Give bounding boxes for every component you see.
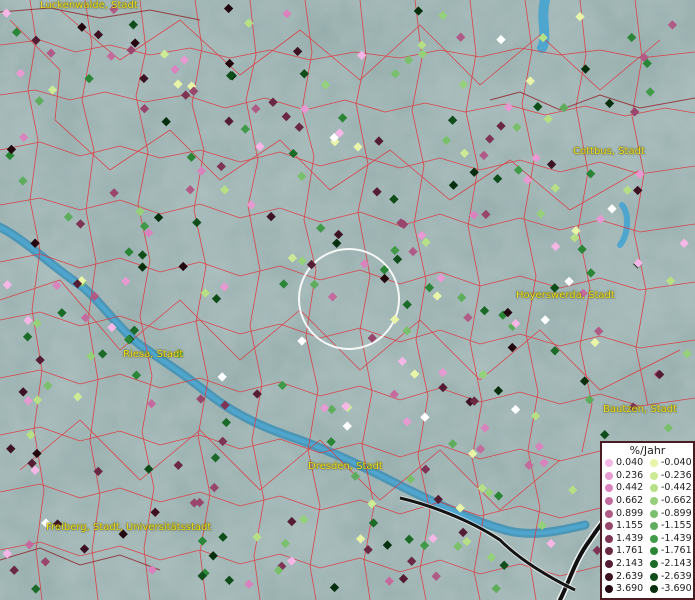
legend-value: -0.899 bbox=[661, 507, 692, 519]
legend-value: 3.690 bbox=[616, 583, 644, 595]
legend-item-positive: 0.040 bbox=[602, 457, 647, 469]
legend-swatch bbox=[605, 547, 613, 556]
legend-swatch bbox=[605, 484, 613, 493]
legend-swatch bbox=[650, 522, 658, 531]
legend-row: 0.040 -0.040 bbox=[602, 457, 693, 470]
legend-swatch bbox=[605, 509, 613, 518]
legend-swatch bbox=[605, 497, 613, 506]
legend-row: 0.442 -0.442 bbox=[602, 482, 693, 495]
place-label: Cottbus, Stadt bbox=[573, 146, 645, 157]
place-label: Bautzen, Stadt bbox=[603, 404, 678, 415]
legend-swatch bbox=[605, 522, 613, 531]
place-label: Riesa, Stadt bbox=[123, 349, 184, 360]
legend-swatch bbox=[650, 572, 658, 581]
legend-row: 0.236 -0.236 bbox=[602, 470, 693, 483]
legend-item-negative: -0.040 bbox=[647, 457, 692, 469]
legend-value: 0.040 bbox=[616, 457, 644, 469]
legend-item-positive: 1.439 bbox=[602, 533, 647, 545]
legend-item-negative: -0.236 bbox=[647, 470, 692, 482]
legend-item-positive: 1.155 bbox=[602, 520, 647, 532]
legend-row: 2.639 -2.639 bbox=[602, 570, 693, 583]
legend-swatch bbox=[605, 560, 613, 569]
legend-row: 2.143 -2.143 bbox=[602, 558, 693, 571]
legend-value: 0.662 bbox=[616, 495, 644, 507]
legend-item-negative: -2.143 bbox=[647, 558, 692, 570]
legend-item-positive: 0.899 bbox=[602, 508, 647, 520]
legend-row: 0.899 -0.899 bbox=[602, 507, 693, 520]
legend-swatch bbox=[605, 459, 613, 468]
legend-item-positive: 0.662 bbox=[602, 495, 647, 507]
legend-swatch bbox=[650, 484, 658, 493]
legend-row: 3.690 -3.690 bbox=[602, 583, 693, 596]
legend-swatch bbox=[605, 471, 613, 480]
legend-value: 1.761 bbox=[616, 545, 644, 557]
legend-item-positive: 0.442 bbox=[602, 482, 647, 494]
legend-item-positive: 3.690 bbox=[602, 583, 647, 595]
legend-value: -0.040 bbox=[661, 457, 692, 469]
place-label: Dresden, Stadt bbox=[308, 461, 383, 472]
legend-swatch bbox=[605, 585, 613, 594]
legend-swatch bbox=[650, 585, 658, 594]
legend-row: 1.155 -1.155 bbox=[602, 520, 693, 533]
legend-item-negative: -0.899 bbox=[647, 508, 692, 520]
place-label: Freiberg, Stadt, Universitätsstadt bbox=[46, 522, 212, 533]
legend-value: 0.442 bbox=[616, 482, 644, 494]
legend-value: -2.143 bbox=[661, 558, 692, 570]
legend-swatch bbox=[650, 471, 658, 480]
legend-value: 1.439 bbox=[616, 532, 644, 544]
legend-item-positive: 2.143 bbox=[602, 558, 647, 570]
place-label: Luckenwalde, Stadt bbox=[40, 0, 138, 11]
legend-swatch bbox=[605, 534, 613, 543]
legend: %/Jahr 0.040 -0.040 0.236 -0.236 0.442 -0.442… bbox=[600, 441, 695, 600]
legend-value: -0.442 bbox=[661, 482, 692, 494]
legend-item-negative: -3.690 bbox=[647, 583, 692, 595]
map-view[interactable]: Luckenwalde, Stadt Cottbus, Stadt Hoyers… bbox=[0, 0, 695, 600]
legend-item-negative: -1.761 bbox=[647, 545, 692, 557]
legend-value: 0.899 bbox=[616, 507, 644, 519]
legend-value: -1.439 bbox=[661, 532, 692, 544]
legend-title: %/Jahr bbox=[629, 444, 666, 457]
legend-value: 0.236 bbox=[616, 469, 644, 481]
legend-swatch bbox=[650, 534, 658, 543]
legend-row: 1.761 -1.761 bbox=[602, 545, 693, 558]
legend-swatch bbox=[605, 572, 613, 581]
legend-row: 0.662 -0.662 bbox=[602, 495, 693, 508]
legend-value: 2.639 bbox=[616, 570, 644, 582]
legend-item-negative: -0.662 bbox=[647, 495, 692, 507]
legend-swatch bbox=[650, 497, 658, 506]
legend-rows: 0.040 -0.040 0.236 -0.236 0.442 -0.442 0.662 -0… bbox=[602, 457, 693, 596]
legend-value: -3.690 bbox=[661, 583, 692, 595]
legend-value: 2.143 bbox=[616, 558, 644, 570]
legend-item-negative: -1.155 bbox=[647, 520, 692, 532]
legend-swatch bbox=[650, 509, 658, 518]
legend-item-positive: 1.761 bbox=[602, 545, 647, 557]
legend-value: -1.155 bbox=[661, 520, 692, 532]
legend-item-negative: -1.439 bbox=[647, 533, 692, 545]
legend-row: 1.439 -1.439 bbox=[602, 533, 693, 546]
legend-value: -0.236 bbox=[661, 469, 692, 481]
legend-value: 1.155 bbox=[616, 520, 644, 532]
legend-swatch bbox=[650, 459, 658, 468]
legend-item-negative: -2.639 bbox=[647, 571, 692, 583]
legend-value: -1.761 bbox=[661, 545, 692, 557]
legend-item-positive: 0.236 bbox=[602, 470, 647, 482]
place-label: Hoyerswerda, Stadt bbox=[516, 290, 615, 301]
legend-value: -2.639 bbox=[661, 570, 692, 582]
legend-item-positive: 2.639 bbox=[602, 571, 647, 583]
legend-value: -0.662 bbox=[661, 495, 692, 507]
legend-item-negative: -0.442 bbox=[647, 482, 692, 494]
legend-swatch bbox=[650, 547, 658, 556]
legend-swatch bbox=[650, 560, 658, 569]
